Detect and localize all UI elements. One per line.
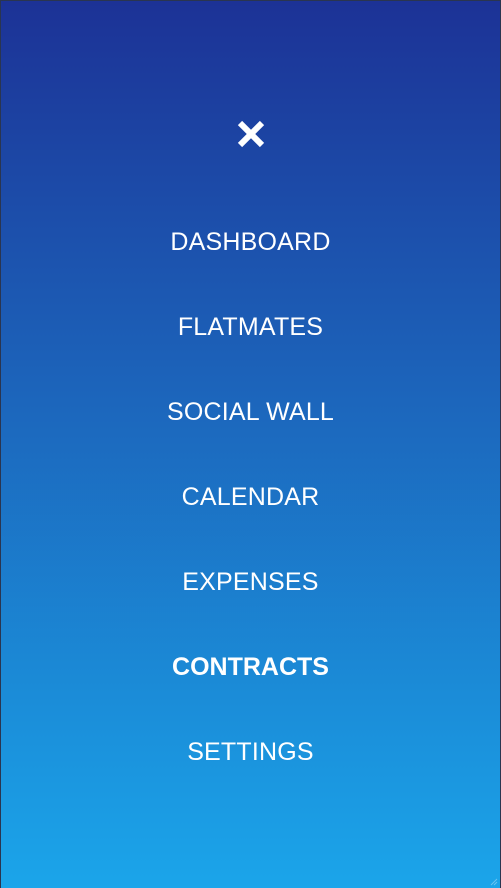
resize-grip-icon xyxy=(490,878,498,886)
navigation-drawer: DASHBOARD FLATMATES SOCIAL WALL CALENDAR… xyxy=(0,0,501,888)
menu-item-dashboard[interactable]: DASHBOARD xyxy=(1,222,500,262)
close-icon xyxy=(237,120,265,148)
menu-item-calendar[interactable]: CALENDAR xyxy=(1,477,500,517)
menu-item-expenses[interactable]: EXPENSES xyxy=(1,562,500,602)
menu-item-contracts[interactable]: CONTRACTS xyxy=(1,647,500,687)
menu-item-flatmates[interactable]: FLATMATES xyxy=(1,307,500,347)
menu-item-settings[interactable]: SETTINGS xyxy=(1,732,500,772)
menu-item-social-wall[interactable]: SOCIAL WALL xyxy=(1,392,500,432)
close-button[interactable] xyxy=(232,115,270,153)
